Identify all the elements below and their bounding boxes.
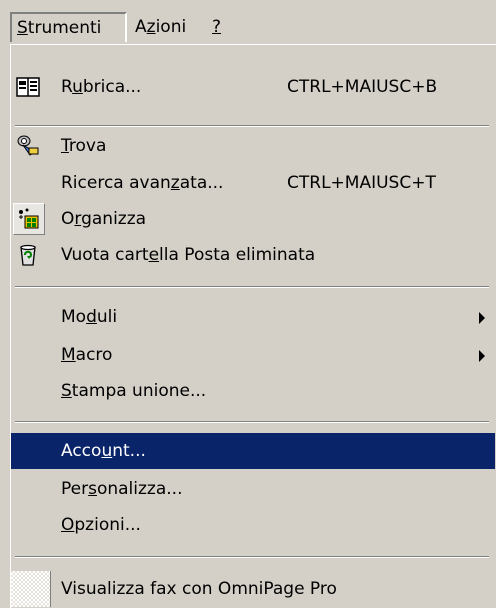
macro-label: Macro: [61, 345, 113, 365]
menu-item-ricerca-avanzata[interactable]: Ricerca avanzata... CTRL+MAIUSC+T: [11, 165, 495, 201]
stampa-label: Stampa unione...: [61, 381, 207, 401]
separator: [15, 421, 489, 423]
icon-placeholder: [11, 571, 51, 607]
menu-item-account[interactable]: Account...: [11, 433, 495, 469]
menu-item-macro[interactable]: Macro: [11, 337, 495, 373]
menu-item-rubrica[interactable]: Rubrica... CTRL+MAIUSC+B: [11, 69, 495, 105]
rubrica-shortcut: CTRL+MAIUSC+B: [287, 77, 438, 97]
separator: [15, 125, 489, 127]
ricerca-shortcut: CTRL+MAIUSC+T: [287, 173, 436, 193]
trova-label: Trova: [61, 136, 107, 156]
ricerca-label: Ricerca avanzata...: [61, 173, 224, 193]
opzioni-label: Opzioni...: [61, 515, 141, 535]
menu-bar: Strumenti Azioni ?: [0, 0, 496, 46]
visualizza-label: Visualizza fax con OmniPage Pro: [61, 579, 337, 599]
menu-item-vuota-cartella[interactable]: Vuota cartella Posta eliminata: [11, 237, 495, 273]
personalizza-label: Personalizza...: [61, 479, 183, 499]
account-label: Account...: [61, 441, 146, 461]
menu-item-stampa-unione[interactable]: Stampa unione...: [11, 373, 495, 409]
organizza-label: Organizza: [61, 209, 147, 229]
submenu-arrow-icon: [479, 350, 485, 362]
separator: [15, 556, 489, 558]
strumenti-dropdown: Rubrica... CTRL+MAIUSC+B Trova Ricerca a…: [10, 44, 496, 608]
menu-item-personalizza[interactable]: Personalizza...: [11, 471, 495, 507]
separator: [15, 286, 489, 288]
menu-strumenti[interactable]: Strumenti: [10, 12, 127, 42]
find-icon: [17, 135, 39, 156]
menu-azioni[interactable]: Azioni: [128, 12, 193, 42]
menu-help[interactable]: ?: [205, 12, 228, 42]
menu-item-visualizza-fax[interactable]: Visualizza fax con OmniPage Pro: [11, 571, 495, 607]
organize-icon: [19, 208, 39, 229]
moduli-label: Moduli: [61, 307, 118, 327]
recycle-bin-icon: [20, 244, 36, 266]
menu-item-moduli[interactable]: Moduli: [11, 299, 495, 335]
menu-item-trova[interactable]: Trova: [11, 128, 495, 164]
menu-strumenti-label-rest: trumenti: [27, 18, 102, 38]
address-book-icon: [16, 77, 40, 97]
rubrica-label: Rubrica...: [61, 77, 142, 97]
menu-item-opzioni[interactable]: Opzioni...: [11, 507, 495, 543]
submenu-arrow-icon: [479, 312, 485, 324]
vuota-label: Vuota cartella Posta eliminata: [61, 245, 316, 265]
screen: Strumenti Azioni ? Rubrica... CTRL+MAIUS…: [0, 0, 496, 608]
menu-item-organizza[interactable]: Organizza: [11, 201, 495, 237]
